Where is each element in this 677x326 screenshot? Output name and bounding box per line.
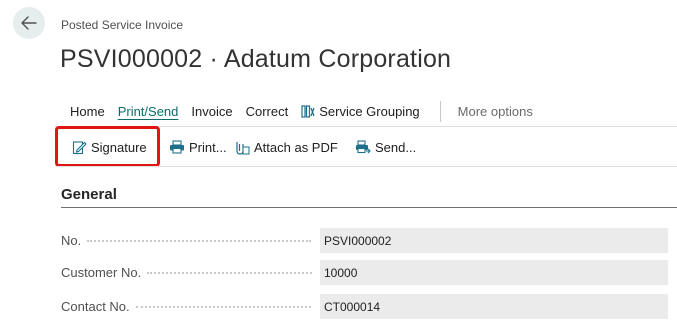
field-value-no[interactable]: PSVI000002 (320, 228, 668, 253)
menu-home[interactable]: Home (70, 104, 105, 119)
field-leader-dots (147, 271, 313, 274)
print-button[interactable]: Print... (160, 127, 234, 167)
send-icon (355, 139, 371, 155)
field-value-customer-no[interactable]: 10000 (320, 260, 668, 285)
general-section-title[interactable]: General (61, 186, 117, 203)
menu-correct[interactable]: Correct (246, 104, 289, 119)
action-menu-bar: Home Print/Send Invoice Correct Service … (70, 100, 546, 122)
field-leader-dots (87, 239, 312, 242)
field-leader-dots (135, 305, 311, 308)
attach-as-pdf-button[interactable]: Attach as PDF (234, 127, 355, 167)
general-section-underline (61, 207, 677, 208)
menu-print-send[interactable]: Print/Send (118, 104, 179, 119)
attach-pdf-icon (234, 140, 250, 155)
signature-highlight-box (55, 126, 160, 167)
field-row-no: No. PSVI000002 (61, 228, 668, 253)
arrow-left-icon (21, 16, 37, 30)
page-caption: Posted Service Invoice (61, 18, 184, 32)
print-label: Print... (189, 139, 227, 155)
service-grouping-icon (301, 104, 316, 119)
menu-invoice[interactable]: Invoice (191, 104, 232, 119)
field-value-contact-no[interactable]: CT000014 (320, 294, 668, 319)
more-options-button[interactable]: More options (458, 104, 533, 119)
actions-divider-line (55, 166, 677, 167)
printer-icon (169, 140, 185, 154)
attach-as-pdf-label: Attach as PDF (254, 139, 338, 155)
menu-divider (439, 100, 441, 122)
field-label-no: No. (61, 233, 82, 248)
send-button[interactable]: Send... (355, 127, 422, 167)
menu-service-grouping-label: Service Grouping (319, 103, 420, 119)
field-row-customer-no: Customer No. 10000 (61, 260, 668, 285)
send-label: Send... (375, 139, 417, 155)
field-label-contact-no: Contact No. (61, 299, 130, 314)
back-button[interactable] (13, 7, 45, 39)
field-row-contact-no: Contact No. CT000014 (61, 294, 668, 319)
page-title: PSVI000002 · Adatum Corporation (60, 45, 452, 73)
field-label-customer-no: Customer No. (61, 265, 142, 280)
menu-service-grouping[interactable]: Service Grouping (301, 103, 420, 119)
